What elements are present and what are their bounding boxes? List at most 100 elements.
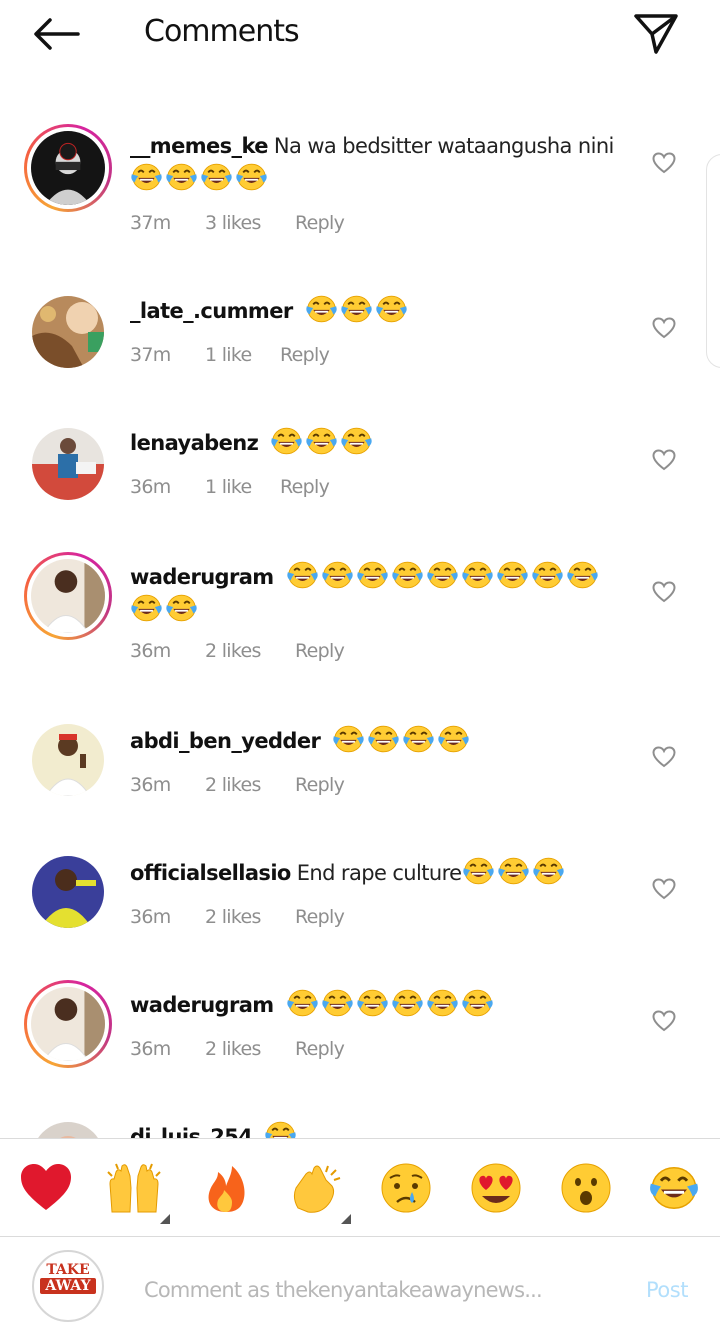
comment-username[interactable]: _late_.cummer bbox=[130, 299, 293, 323]
tears-of-joy-icon bbox=[332, 724, 365, 754]
heart-eyes-icon[interactable] bbox=[468, 1162, 524, 1214]
comment-likes[interactable]: 2 likes bbox=[205, 906, 261, 928]
post-button[interactable]: Post bbox=[646, 1278, 688, 1302]
heart-outline-icon[interactable] bbox=[652, 581, 676, 603]
avatar-image bbox=[31, 131, 105, 205]
paper-plane-icon[interactable] bbox=[630, 10, 682, 58]
heart-outline-icon[interactable] bbox=[652, 746, 676, 768]
comment-emojis bbox=[130, 167, 270, 191]
comment-emojis bbox=[305, 299, 410, 323]
tears-of-joy-icon bbox=[391, 988, 424, 1018]
comment-time: 37m bbox=[130, 212, 171, 234]
tears-of-joy-icon bbox=[461, 560, 494, 590]
comment-time: 36m bbox=[130, 476, 171, 498]
comment-text: __memes_ke Na wa bedsitter wataangusha ni… bbox=[130, 130, 625, 195]
tears-of-joy-icon bbox=[426, 560, 459, 590]
heart-outline-icon[interactable] bbox=[652, 449, 676, 471]
comment-emojis bbox=[462, 861, 567, 885]
comment-username[interactable]: waderugram bbox=[130, 993, 274, 1017]
avatar-image bbox=[32, 1122, 104, 1138]
crying-face-icon[interactable] bbox=[378, 1162, 434, 1214]
page-title: Comments bbox=[144, 14, 300, 49]
comment-likes[interactable]: 2 likes bbox=[205, 1038, 261, 1060]
comment-likes[interactable]: 3 likes bbox=[205, 212, 261, 234]
avatar[interactable] bbox=[24, 980, 112, 1068]
reply-button[interactable]: Reply bbox=[295, 1038, 345, 1060]
avatar[interactable] bbox=[32, 1122, 104, 1138]
tears-of-joy-icon bbox=[356, 560, 389, 590]
tears-of-joy-icon bbox=[566, 560, 599, 590]
avatar-image bbox=[31, 559, 105, 633]
tears-of-joy-icon bbox=[356, 988, 389, 1018]
comment-username[interactable]: lenayabenz bbox=[130, 431, 259, 455]
tears-of-joy-icon bbox=[340, 426, 373, 456]
surprised-face-icon[interactable] bbox=[558, 1162, 614, 1214]
avatar[interactable] bbox=[24, 552, 112, 640]
heart-outline-icon[interactable] bbox=[652, 152, 676, 174]
raising-hands-icon[interactable] bbox=[106, 1162, 162, 1214]
emoji-variants-indicator bbox=[341, 1214, 351, 1224]
tears-of-joy-icon bbox=[497, 856, 530, 886]
comment-likes[interactable]: 1 like bbox=[205, 344, 252, 366]
avatar[interactable] bbox=[32, 856, 104, 928]
reply-button[interactable]: Reply bbox=[295, 640, 345, 662]
comment-text: officialsellasio End rape culture bbox=[130, 856, 625, 889]
comments-list[interactable]: __memes_ke Na wa bedsitter wataangusha ni… bbox=[0, 112, 720, 1138]
tears-of-joy-icon bbox=[367, 724, 400, 754]
avatar-image bbox=[32, 296, 104, 368]
tears-of-joy-icon bbox=[462, 856, 495, 886]
current-user-avatar: TAKE AWAY bbox=[32, 1250, 104, 1322]
tears-of-joy-icon bbox=[286, 988, 319, 1018]
avatar[interactable] bbox=[24, 124, 112, 212]
comment-username[interactable]: officialsellasio bbox=[130, 861, 291, 885]
tears-of-joy-icon bbox=[130, 162, 163, 192]
header-bar: Comments bbox=[0, 0, 720, 68]
comment-likes[interactable]: 1 like bbox=[205, 476, 252, 498]
heart-outline-icon[interactable] bbox=[652, 1010, 676, 1032]
comment-text: dj_luis_254 bbox=[130, 1120, 625, 1138]
tears-of-joy-icon bbox=[532, 856, 565, 886]
comment-username[interactable]: waderugram bbox=[130, 565, 274, 589]
comment-text: _late_.cummer bbox=[130, 294, 625, 327]
avatar-image bbox=[31, 987, 105, 1061]
avatar[interactable] bbox=[32, 296, 104, 368]
reply-button[interactable]: Reply bbox=[295, 774, 345, 796]
avatar[interactable] bbox=[32, 428, 104, 500]
comment-body: Na wa bedsitter wataangusha nini bbox=[273, 134, 614, 158]
avatar[interactable] bbox=[32, 724, 104, 796]
fire-icon[interactable] bbox=[198, 1162, 254, 1214]
tears-of-joy-icon bbox=[286, 560, 319, 590]
comment-input[interactable] bbox=[144, 1272, 604, 1308]
tears-of-joy-icon bbox=[496, 560, 529, 590]
tears-of-joy-icon[interactable] bbox=[646, 1162, 702, 1214]
comment-username[interactable]: abdi_ben_yedder bbox=[130, 729, 321, 753]
tears-of-joy-icon bbox=[437, 724, 470, 754]
reply-button[interactable]: Reply bbox=[295, 212, 345, 234]
clapping-hands-icon[interactable] bbox=[288, 1162, 344, 1214]
comment-likes[interactable]: 2 likes bbox=[205, 640, 261, 662]
comment-likes[interactable]: 2 likes bbox=[205, 774, 261, 796]
comment-time: 36m bbox=[130, 774, 171, 796]
comment-emojis bbox=[286, 993, 496, 1017]
heart-outline-icon[interactable] bbox=[652, 878, 676, 900]
tears-of-joy-icon bbox=[305, 294, 338, 324]
tears-of-joy-icon bbox=[270, 426, 303, 456]
tears-of-joy-icon bbox=[130, 593, 163, 623]
tears-of-joy-icon bbox=[375, 294, 408, 324]
comment-text: abdi_ben_yedder bbox=[130, 724, 625, 757]
reply-button[interactable]: Reply bbox=[280, 476, 330, 498]
heart-outline-icon[interactable] bbox=[652, 317, 676, 339]
tears-of-joy-icon bbox=[531, 560, 564, 590]
comment-username[interactable]: dj_luis_254 bbox=[130, 1125, 253, 1138]
logo-bottom-text: AWAY bbox=[40, 1278, 96, 1294]
comment-emojis bbox=[332, 729, 472, 753]
emoji-variants-indicator bbox=[160, 1214, 170, 1224]
comment-username[interactable]: __memes_ke bbox=[130, 134, 269, 158]
reply-button[interactable]: Reply bbox=[280, 344, 330, 366]
logo-top-text: TAKE bbox=[46, 1262, 90, 1278]
reply-button[interactable]: Reply bbox=[295, 906, 345, 928]
comment-text: waderugram bbox=[130, 988, 625, 1021]
tears-of-joy-icon bbox=[305, 426, 338, 456]
red-heart-icon[interactable] bbox=[18, 1162, 74, 1214]
arrow-left-icon[interactable] bbox=[28, 12, 84, 56]
